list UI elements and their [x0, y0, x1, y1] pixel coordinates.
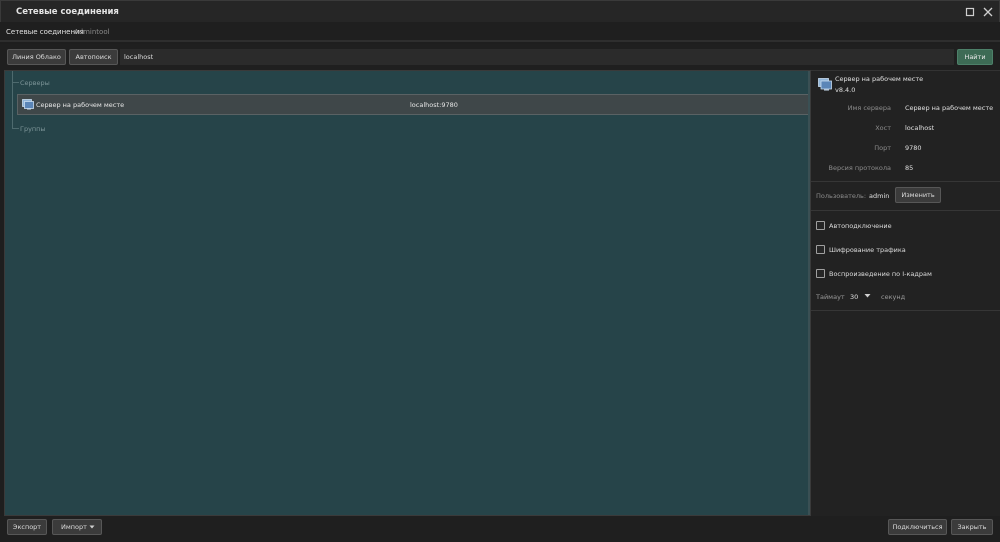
window-title: Сетевые соединения: [16, 7, 119, 17]
user-value: admin: [869, 192, 890, 200]
cloud-line-button[interactable]: Линия Облако: [7, 49, 66, 65]
tree-branch: [12, 128, 19, 129]
server-tree: Серверы Сервер на рабочем месте localhos…: [4, 70, 811, 516]
encryption-label: Шифрование трафика: [829, 246, 906, 254]
maximize-icon[interactable]: [963, 5, 977, 19]
port-label: Порт: [874, 144, 891, 152]
server-address: localhost:9780: [410, 101, 458, 109]
connect-button[interactable]: Подключиться: [888, 519, 947, 535]
host-label: Хост: [875, 124, 891, 132]
server-name-label: Имя сервера: [847, 104, 891, 112]
import-button[interactable]: Импорт: [52, 519, 102, 535]
protocol-label: Версия протокола: [828, 164, 891, 172]
timeout-dropdown-icon[interactable]: [864, 292, 871, 301]
details-version: v8.4.0: [835, 86, 856, 94]
close-button[interactable]: Закрыть: [951, 519, 993, 535]
window-titlebar: Сетевые соединения: [0, 0, 1000, 22]
details-server-name: Сервер на рабочем месте: [835, 75, 924, 83]
tab-bar: Сетевые соединения Admintool: [0, 22, 1000, 42]
autoconnect-checkbox[interactable]: [816, 221, 825, 230]
divider: [811, 310, 1000, 311]
server-name: Сервер на рабочем месте: [36, 101, 125, 109]
encryption-checkbox[interactable]: [816, 245, 825, 254]
import-button-label: Импорт: [61, 523, 87, 531]
tab-admintool[interactable]: Admintool: [74, 28, 110, 36]
tab-network-connections[interactable]: Сетевые соединения: [6, 28, 84, 36]
server-row[interactable]: Сервер на рабочем месте localhost:9780: [17, 94, 810, 115]
divider: [811, 181, 1000, 182]
autoconnect-label: Автоподключение: [829, 222, 892, 230]
change-user-button[interactable]: Изменить: [895, 187, 941, 203]
timeout-unit: секунд: [881, 293, 906, 301]
divider: [811, 210, 1000, 211]
iframe-playback-label: Воспроизведение по I-кадрам: [829, 270, 932, 278]
tree-group-servers[interactable]: Серверы: [20, 79, 50, 87]
timeout-label: Таймаут: [816, 293, 845, 301]
user-label: Пользователь:: [816, 192, 867, 200]
tree-group-groups[interactable]: Группы: [20, 125, 46, 133]
chevron-down-icon: [89, 524, 95, 532]
tree-scroll-edge: [808, 71, 810, 515]
timeout-value[interactable]: 30: [850, 293, 858, 301]
server-monitor-icon: [818, 78, 832, 93]
footer: [0, 516, 1000, 542]
autosearch-button[interactable]: Автопоиск: [69, 49, 118, 65]
port-value: 9780: [905, 144, 922, 152]
tree-line: [12, 71, 13, 129]
iframe-playback-checkbox[interactable]: [816, 269, 825, 278]
details-panel: Сервер на рабочем месте v8.4.0 Имя серве…: [811, 70, 1000, 516]
tree-branch: [12, 82, 19, 83]
export-button[interactable]: Экспорт: [7, 519, 47, 535]
server-name-value: Сервер на рабочем месте: [905, 104, 994, 112]
server-monitor-icon: [22, 99, 34, 112]
search-input[interactable]: [120, 49, 954, 65]
find-button[interactable]: Найти: [957, 49, 993, 65]
protocol-value: 85: [905, 164, 914, 172]
host-value: localhost: [905, 124, 935, 132]
close-icon[interactable]: [981, 5, 995, 19]
